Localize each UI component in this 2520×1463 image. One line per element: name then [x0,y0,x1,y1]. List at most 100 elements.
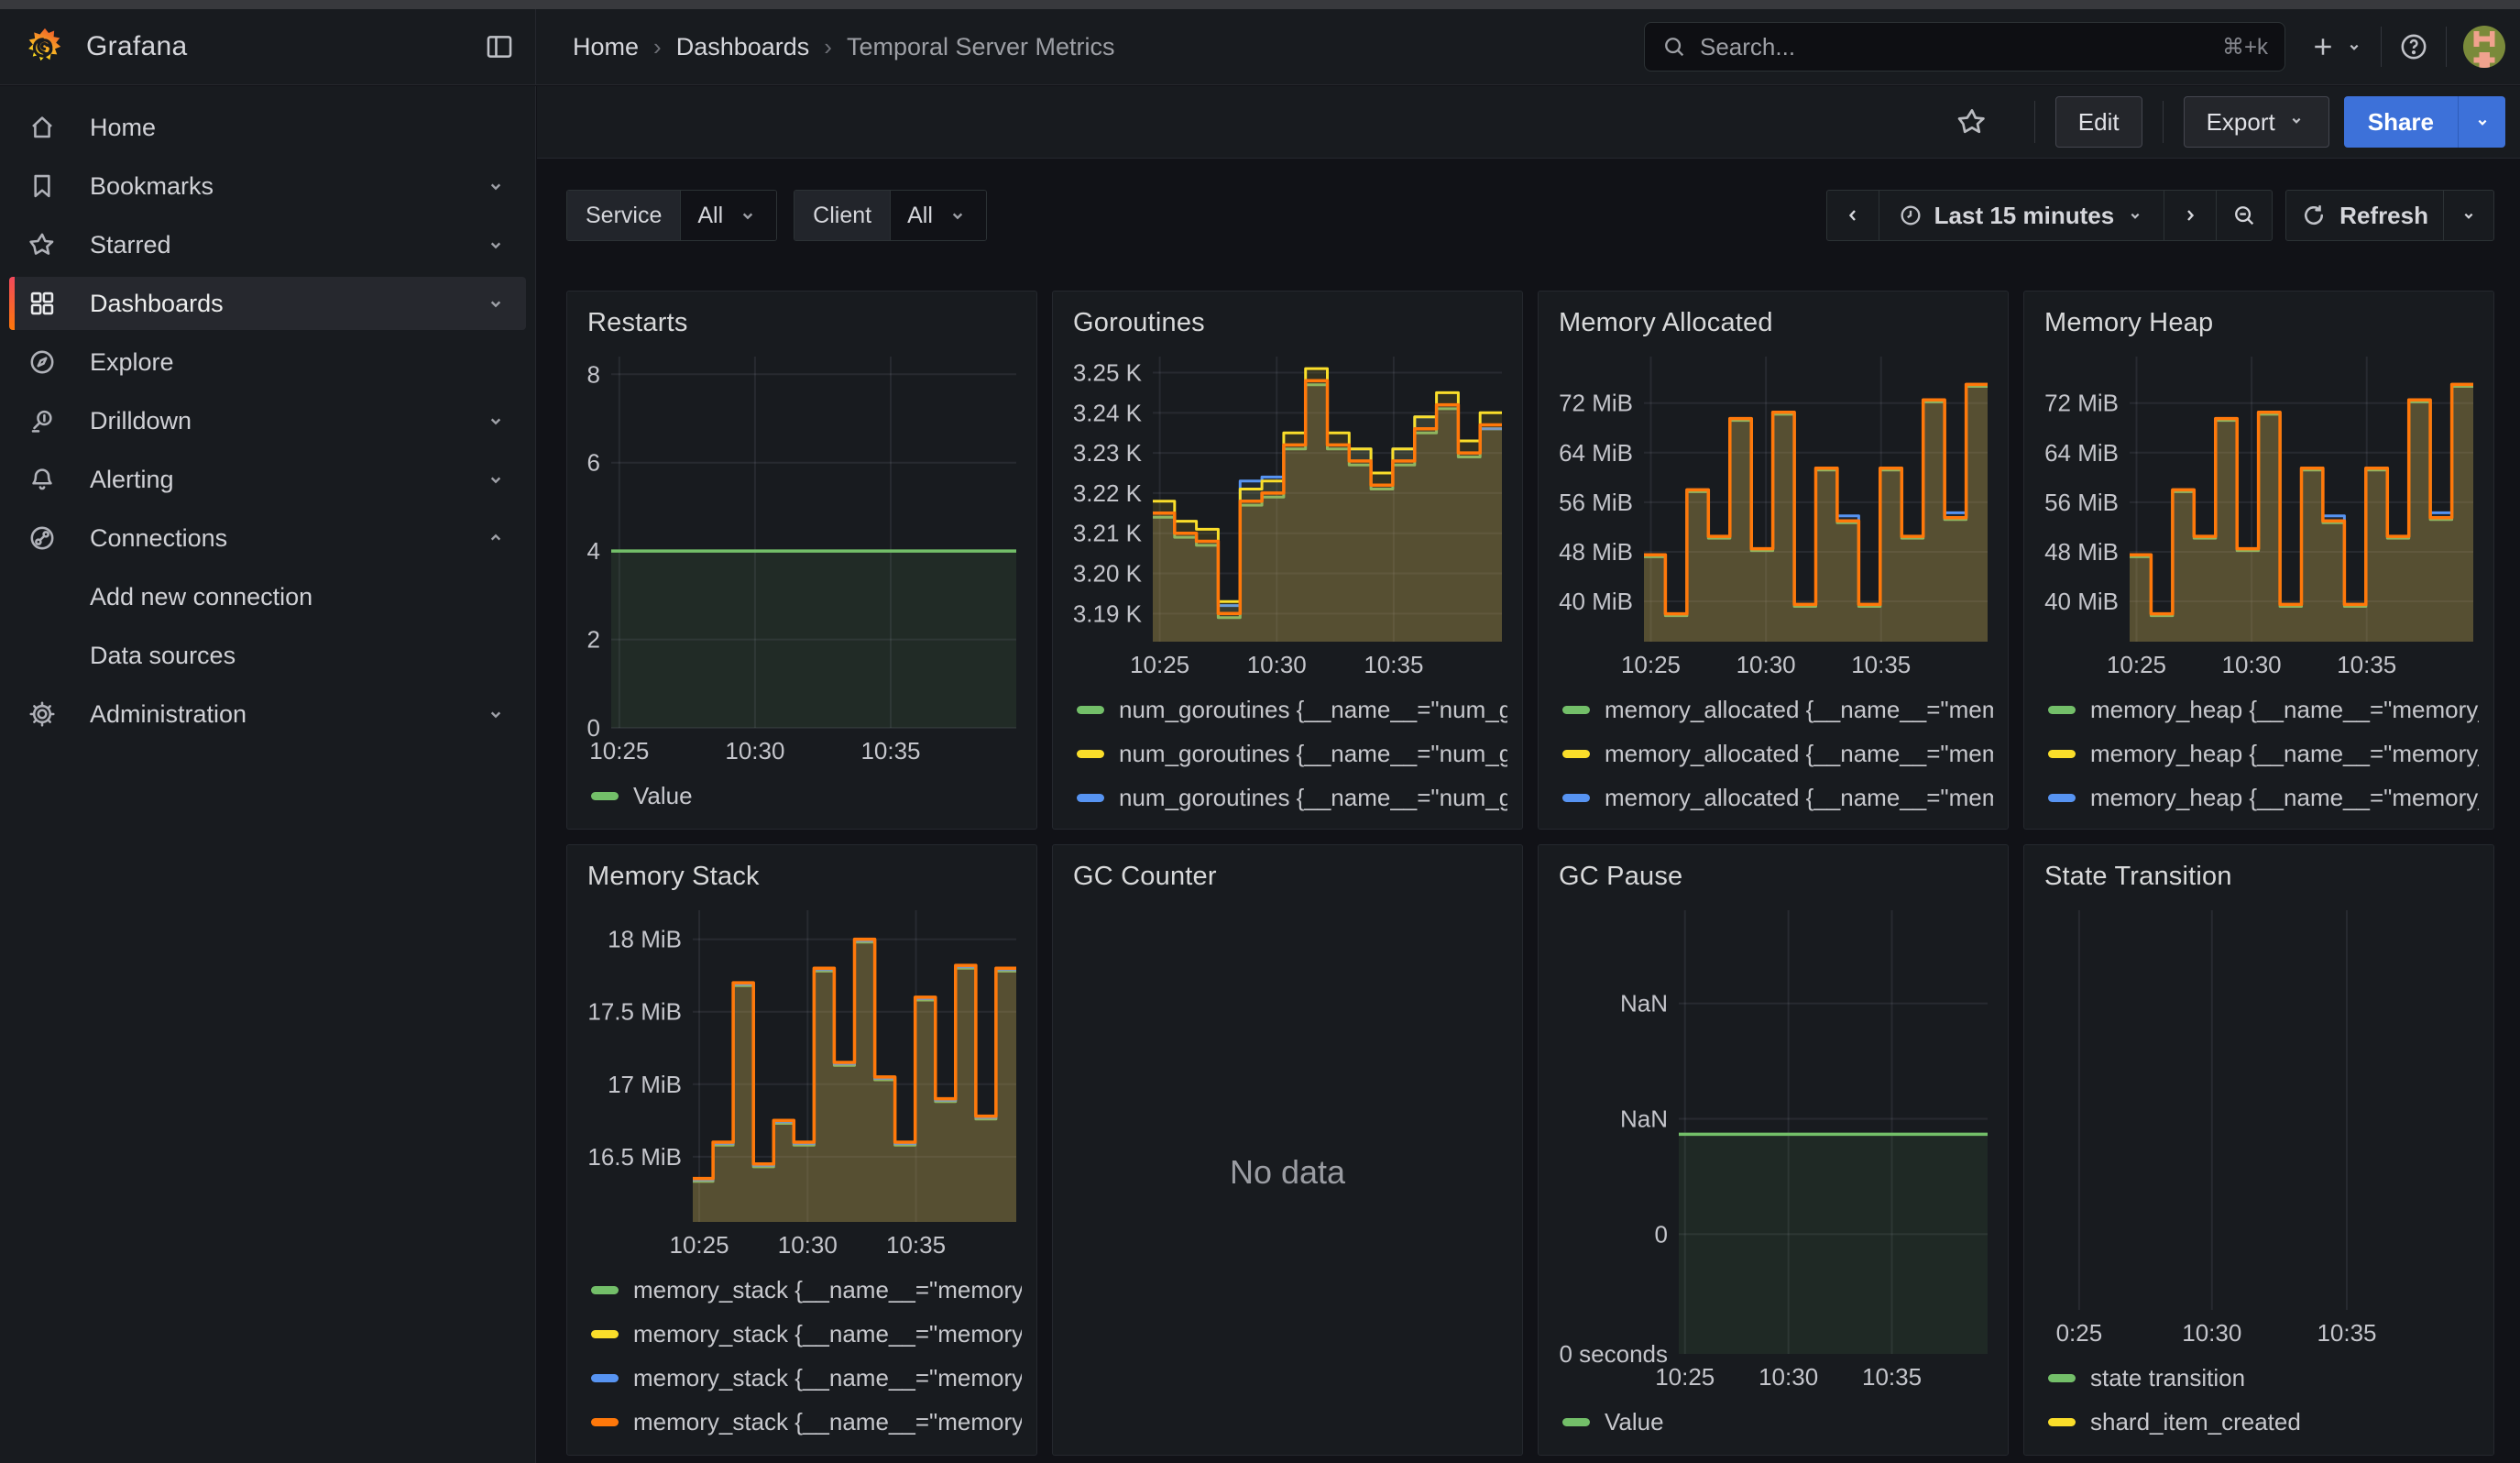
export-button[interactable]: Export [2184,96,2329,148]
legend-item[interactable]: num_goroutines {__name__="num_go [1077,776,1507,818]
filter-value-dropdown[interactable]: All [680,191,776,240]
chevron-down-icon[interactable] [484,409,508,433]
chart-area[interactable]: NaNNaN00 seconds10:2510:3010:35 [1553,901,1993,1391]
legend-color-marker [2048,1418,2076,1426]
sidebar-item-data-sources[interactable]: Data sources [9,629,526,682]
sidebar-item-home[interactable]: Home [9,101,526,154]
panel-title[interactable]: GC Counter [1068,858,1507,901]
legend-label: num_goroutines {__name__="num_go [1119,740,1507,768]
legend-label: memory_allocated {__name__="memc [1605,740,1993,768]
panel-title[interactable]: Restarts [582,304,1022,347]
chart-canvas: NaNNaN00 seconds10:2510:3010:35 [1553,901,1993,1391]
legend-item[interactable]: num_goroutines {__name__="num_go [1077,688,1507,732]
sidebar-item-label: Dashboards [90,290,224,318]
chevron-down-icon[interactable] [484,468,508,491]
legend-item[interactable]: num_goroutines {__name__="num_go [1077,732,1507,776]
help-icon[interactable] [2398,31,2429,62]
time-back-button[interactable] [1827,191,1879,240]
chevron-down-icon[interactable] [484,292,508,315]
chevron-down-icon [736,204,760,227]
legend-item[interactable]: Value [1562,1400,1993,1444]
search-box[interactable]: ⌘+k [1644,22,2285,72]
chart-area[interactable]: No data [1068,901,1507,1444]
top-nav: Grafana Home › Dashboards › Temporal Ser… [0,9,2520,85]
svg-text:10:35: 10:35 [1364,651,1423,678]
svg-text:10:35: 10:35 [2337,651,2396,678]
filter-label: Client [794,191,890,240]
breadcrumb-dashboards[interactable]: Dashboards [676,33,810,61]
legend-item[interactable]: memory_stack {__name__="memory_s [591,1312,1022,1356]
refresh-button[interactable]: Refresh [2286,191,2443,240]
breadcrumb-home[interactable]: Home [573,33,639,61]
sidebar-toggle-icon[interactable] [484,31,515,62]
chart-area[interactable]: 0:2510:3010:35 [2039,901,2479,1347]
sidebar-item-connections[interactable]: Connections [9,512,526,565]
filter-client: ClientAll [794,190,987,241]
svg-text:10:25: 10:25 [1655,1363,1715,1391]
edit-button[interactable]: Edit [2055,96,2142,148]
chevron-down-icon[interactable] [484,233,508,257]
svg-text:10:35: 10:35 [1862,1363,1922,1391]
add-new-caret-icon[interactable] [2344,37,2364,57]
svg-text:10:30: 10:30 [1247,651,1307,678]
legend-label: num_goroutines {__name__="num_go [1119,696,1507,724]
top-nav-left: Grafana [0,9,536,84]
panel-title[interactable]: State Transition [2039,858,2479,901]
panel-title[interactable]: Goroutines [1068,304,1507,347]
panel-title[interactable]: Memory Heap [2039,304,2479,347]
sidebar-item-starred[interactable]: Starred [9,218,526,271]
drilldown-icon [27,406,57,435]
svg-text:10:30: 10:30 [2182,1319,2241,1347]
sidebar-item-administration[interactable]: Administration [9,688,526,741]
sidebar-item-drilldown[interactable]: Drilldown [9,394,526,447]
sidebar-item-alerting[interactable]: Alerting [9,453,526,506]
legend-item[interactable]: memory_stack {__name__="memory_s [591,1268,1022,1312]
sidebar-item-bookmarks[interactable]: Bookmarks [9,160,526,213]
refresh-interval-caret[interactable] [2443,191,2493,240]
user-avatar[interactable] [2463,26,2505,68]
svg-text:10:35: 10:35 [2317,1319,2376,1347]
legend-item[interactable]: state transition [2048,1356,2479,1400]
search-icon [1661,34,1687,60]
sidebar-item-explore[interactable]: Explore [9,336,526,389]
legend-item[interactable]: memory_allocated {__name__="memc [1562,688,1993,732]
zoom-out-button[interactable] [2216,191,2272,240]
panel-title[interactable]: Memory Stack [582,858,1022,901]
panel-title[interactable]: GC Pause [1553,858,1993,901]
svg-text:10:25: 10:25 [1621,651,1681,678]
share-caret-button[interactable] [2458,96,2505,148]
sidebar-item-dashboards[interactable]: Dashboards [9,277,526,330]
chart-area[interactable]: 18 MiB17.5 MiB17 MiB16.5 MiB10:2510:3010… [582,901,1022,1259]
legend-item[interactable]: memory_heap {__name__="memory_h [2048,732,2479,776]
header-divider [2446,27,2447,67]
legend-item[interactable]: memory_heap {__name__="memory_h [2048,688,2479,732]
chart-area[interactable]: 72 MiB64 MiB56 MiB48 MiB40 MiB10:2510:30… [2039,347,2479,678]
legend-item[interactable]: memory_allocated {__name__="memc [1562,732,1993,776]
sidebar-item-label: Connections [90,524,227,553]
share-button[interactable]: Share [2344,96,2458,148]
svg-text:10:25: 10:25 [670,1231,729,1259]
panel-title[interactable]: Memory Allocated [1553,304,1993,347]
search-input[interactable] [1700,33,2222,61]
legend-item[interactable]: shard_item_created [2048,1400,2479,1444]
time-range-picker[interactable]: Last 15 minutes [1879,191,2164,240]
legend-item[interactable]: memory_heap {__name__="memory_h [2048,776,2479,818]
favorite-star-icon[interactable] [1956,105,1989,138]
chevron-down-icon[interactable] [484,174,508,198]
chart-canvas: 72 MiB64 MiB56 MiB48 MiB40 MiB10:2510:30… [1553,347,1993,678]
chevron-down-icon[interactable] [484,702,508,726]
chart-area[interactable]: 3.25 K3.24 K3.23 K3.22 K3.21 K3.20 K3.19… [1068,347,1507,678]
chevron-up-icon[interactable] [484,526,508,550]
legend-item[interactable]: memory_stack {__name__="memory_s [591,1400,1022,1444]
add-new-button[interactable] [2309,33,2337,60]
filter-value-dropdown[interactable]: All [890,191,986,240]
time-forward-button[interactable] [2164,191,2216,240]
chart-area[interactable]: 72 MiB64 MiB56 MiB48 MiB40 MiB10:2510:30… [1553,347,1993,678]
chart-area[interactable]: 8642010:2510:3010:35 [582,347,1022,764]
legend-item[interactable]: memory_stack {__name__="memory_s [591,1356,1022,1400]
sidebar-item-label: Starred [90,231,171,259]
sidebar-item-add-new-connection[interactable]: Add new connection [9,570,526,623]
legend-item[interactable]: memory_allocated {__name__="memc [1562,776,1993,818]
legend-item[interactable]: Value [591,774,1022,818]
legend-label: Value [633,782,693,810]
